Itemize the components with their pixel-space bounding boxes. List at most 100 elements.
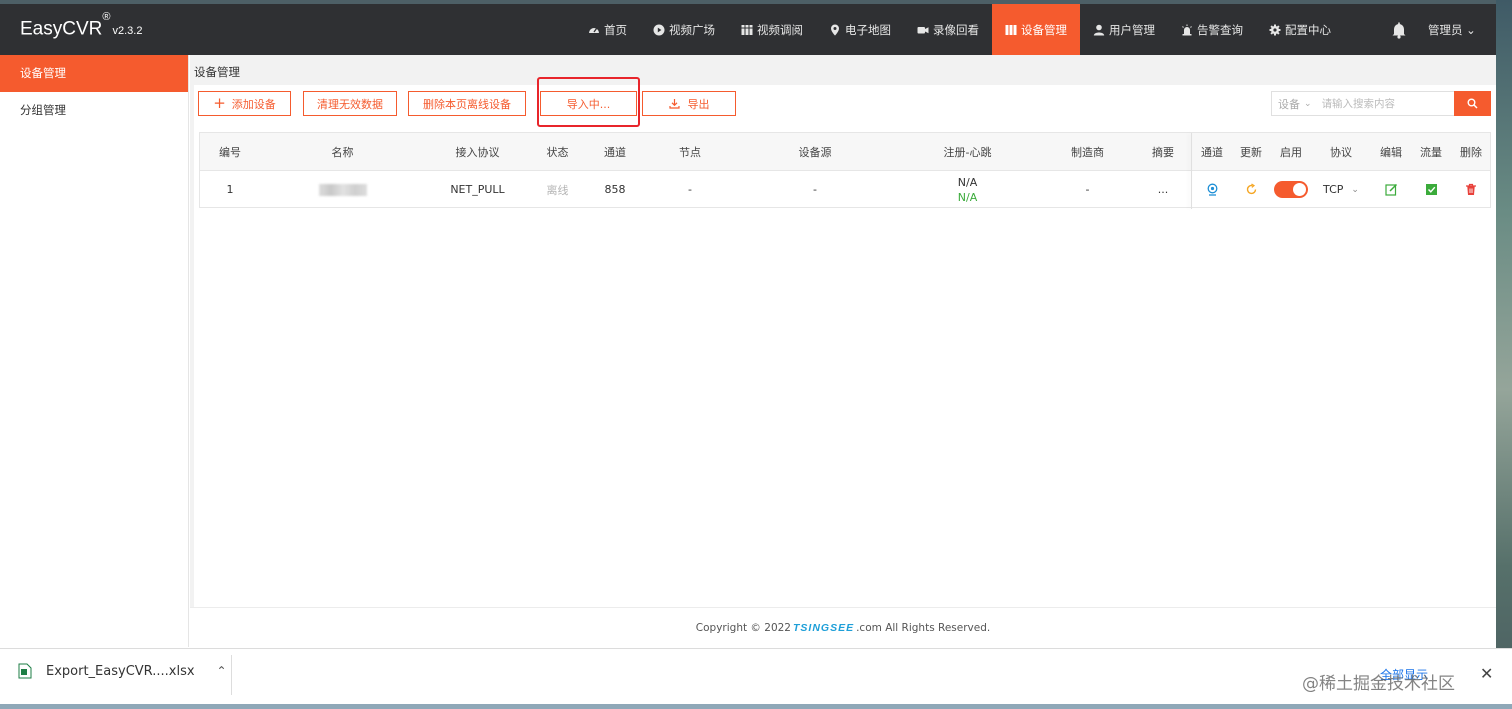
col-header-delete: 删除 <box>1460 146 1482 159</box>
nav-label: 告警查询 <box>1197 22 1243 37</box>
button-label: 添加设备 <box>231 97 276 111</box>
nav-item-device-management[interactable]: 设备管理 <box>992 4 1080 55</box>
app-version: v2.3.2 <box>112 25 143 38</box>
refresh-button[interactable] <box>1231 171 1271 208</box>
cell-status: 离线 <box>546 183 569 197</box>
download-filename: Export_EasyCVR....xlsx <box>46 663 195 679</box>
trash-icon <box>1466 183 1476 195</box>
add-device-button[interactable]: + 添加设备 <box>198 91 291 116</box>
nav-label: 用户管理 <box>1109 22 1155 37</box>
col-header-traffic: 流量 <box>1420 146 1442 159</box>
plus-icon: + <box>213 94 226 112</box>
nav-label: 视频广场 <box>669 22 715 37</box>
main-nav: 首页 视频广场 视频调阅 电子地图 录像回看 设备管理 用户管理 告警查询 配置… <box>575 4 1344 55</box>
export-button[interactable]: 导出 <box>642 91 736 116</box>
search-button[interactable] <box>1453 91 1491 116</box>
watermark-text: @稀土掘金技术社区 <box>1302 674 1455 694</box>
heartbeat-value: N/A <box>957 190 978 204</box>
download-bar: Export_EasyCVR....xlsx ⌃ 全部显示 @稀土掘金技术社区 … <box>0 648 1512 704</box>
edit-button[interactable] <box>1371 171 1411 208</box>
nav-item-config-center[interactable]: 配置中心 <box>1256 4 1344 55</box>
download-divider <box>231 655 232 695</box>
col-header-update: 更新 <box>1240 146 1262 159</box>
dashboard-icon <box>589 27 599 33</box>
col-header-register-heartbeat: 注册-心跳 <box>943 146 992 159</box>
transport-select[interactable]: TCP ⌄ <box>1311 171 1371 208</box>
nav-item-alarm-query[interactable]: 告警查询 <box>1168 4 1256 55</box>
nav-label: 电子地图 <box>845 22 891 37</box>
cell-channels: 858 <box>604 183 626 196</box>
col-header-node: 节点 <box>679 146 701 159</box>
sidebar: 设备管理 分组管理 <box>0 55 189 647</box>
table-header: 编号 名称 接入协议 状态 通道 节点 设备源 注册-心跳 制造商 摘要 通道 … <box>200 133 1490 171</box>
app-logo[interactable]: EasyCVR®v2.3.2 <box>20 11 143 40</box>
nav-item-home[interactable]: 首页 <box>575 4 640 55</box>
col-header-channels: 通道 <box>604 146 626 159</box>
nav-item-user-management[interactable]: 用户管理 <box>1080 4 1168 55</box>
nav-item-video-view[interactable]: 视频调阅 <box>728 4 816 55</box>
col-header-enable: 启用 <box>1280 146 1302 159</box>
chevron-up-icon[interactable]: ⌃ <box>217 664 227 678</box>
cell-protocol: NET_PULL <box>450 183 505 196</box>
col-header-manufacturer: 制造商 <box>1071 146 1104 159</box>
search-bar: 设备 ⌄ <box>1271 91 1491 116</box>
close-icon[interactable]: ✕ <box>1480 664 1493 683</box>
toggle-switch[interactable] <box>1274 181 1308 198</box>
cell-manufacturer: - <box>1085 183 1090 196</box>
nav-label: 设备管理 <box>1021 22 1067 37</box>
col-header-transport: 协议 <box>1330 146 1352 159</box>
col-header-source: 设备源 <box>798 146 832 159</box>
desktop-wallpaper-edge <box>1496 0 1512 709</box>
search-icon <box>1467 98 1478 109</box>
col-header-protocol: 接入协议 <box>455 146 500 159</box>
sidebar-item-group-management[interactable]: 分组管理 <box>0 92 188 129</box>
camera-icon <box>1207 183 1217 196</box>
col-header-edit: 编辑 <box>1380 146 1402 159</box>
col-header-name: 名称 <box>331 146 354 159</box>
copyright-suffix: .com All Rights Reserved. <box>856 621 991 634</box>
search-input[interactable] <box>1313 97 1454 110</box>
bell-icon[interactable] <box>1390 21 1408 39</box>
register-value: N/A <box>957 175 978 189</box>
delete-offline-devices-button[interactable]: 删除本页离线设备 <box>408 91 526 116</box>
transport-value: TCP <box>1323 183 1344 196</box>
device-table: 编号 名称 接入协议 状态 通道 节点 设备源 注册-心跳 制造商 摘要 通道 … <box>199 132 1491 209</box>
video-camera-icon <box>917 26 929 33</box>
download-item[interactable]: Export_EasyCVR....xlsx ⌃ <box>18 663 227 679</box>
alarm-icon <box>1182 24 1192 35</box>
channel-button[interactable] <box>1193 171 1231 208</box>
nav-item-playback[interactable]: 录像回看 <box>904 4 992 55</box>
search-type-select[interactable]: 设备 ⌄ <box>1272 96 1314 112</box>
map-marker-icon <box>831 24 839 35</box>
nav-label: 首页 <box>604 22 627 37</box>
registered-mark: ® <box>102 11 111 23</box>
sidebar-item-device-management[interactable]: 设备管理 <box>0 55 188 92</box>
cell-node: - <box>688 183 692 196</box>
admin-menu[interactable]: 管理员 ⌄ <box>1428 22 1476 38</box>
traffic-check-icon <box>1425 184 1437 195</box>
col-header-channel-action: 通道 <box>1201 146 1223 159</box>
nav-label: 配置中心 <box>1285 22 1331 37</box>
play-circle-icon <box>653 24 665 35</box>
enable-toggle[interactable] <box>1271 171 1311 208</box>
cell-name-redacted <box>260 171 425 208</box>
top-navbar: EasyCVR®v2.3.2 首页 视频广场 视频调阅 电子地图 录像回看 设备… <box>0 4 1496 55</box>
cell-register-heartbeat: N/A N/A <box>895 171 1040 208</box>
cell-summary[interactable]: ... <box>1135 171 1191 208</box>
redacted-text <box>318 183 367 196</box>
delete-button[interactable] <box>1451 171 1491 208</box>
gear-icon <box>1269 24 1281 35</box>
excel-file-icon <box>18 663 32 679</box>
tsingsee-logo: TSINGSEE <box>792 621 855 634</box>
annotation-highlight-box <box>537 77 640 127</box>
traffic-button[interactable] <box>1411 171 1451 208</box>
clean-invalid-data-button[interactable]: 清理无效数据 <box>303 91 397 116</box>
edit-icon <box>1384 183 1397 196</box>
nav-item-map[interactable]: 电子地图 <box>816 4 904 55</box>
cell-id: 1 <box>226 183 234 196</box>
refresh-icon <box>1246 183 1256 195</box>
cell-source: - <box>813 183 817 196</box>
fixed-columns-divider <box>1191 133 1192 209</box>
copyright-prefix: Copyright © 2022 <box>695 621 791 634</box>
nav-item-video-square[interactable]: 视频广场 <box>640 4 728 55</box>
